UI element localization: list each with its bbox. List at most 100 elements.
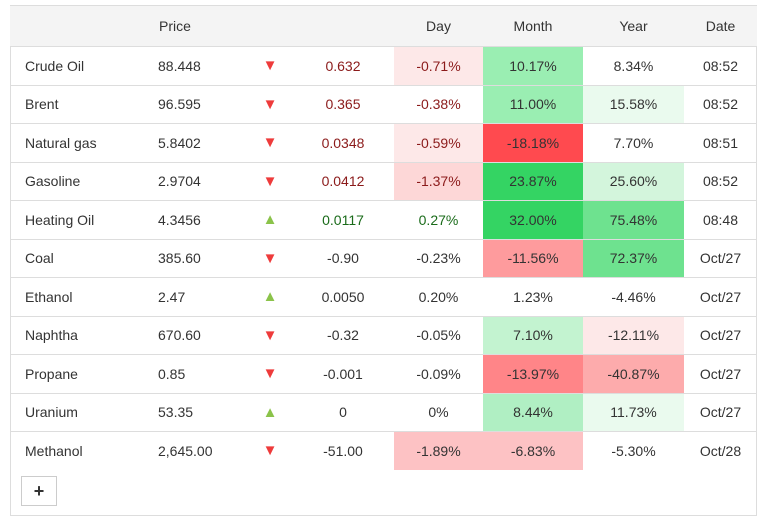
date: Oct/27: [684, 393, 757, 432]
table-row[interactable]: Heating Oil 4.3456 ▲ 0.0117 0.27% 32.00% 75.48…: [10, 200, 757, 240]
commodity-name[interactable]: Coal: [10, 239, 158, 278]
table-header: Price Day Month Year Date: [10, 5, 757, 47]
month-change: 7.10%: [483, 316, 583, 355]
change-value: 0.0117: [292, 200, 394, 240]
day-change: 0.20%: [394, 277, 483, 317]
commodity-name[interactable]: Heating Oil: [10, 200, 158, 240]
month-change: 8.44%: [483, 393, 583, 432]
commodities-widget: Price Day Month Year Date Crude Oil 88.44…: [10, 5, 757, 516]
date: Oct/27: [684, 239, 757, 278]
day-change: -1.89%: [394, 431, 483, 470]
commodity-name[interactable]: Crude Oil: [10, 46, 158, 86]
year-change: -40.87%: [583, 354, 684, 394]
month-change: 11.00%: [483, 85, 583, 124]
arrow-down-icon: ▼: [248, 354, 292, 394]
change-value: -51.00: [323, 442, 363, 459]
header-arrow: [248, 5, 292, 47]
header-change: [292, 5, 394, 47]
day-change: -0.09%: [394, 354, 483, 394]
table-row[interactable]: Naphtha 670.60 ▼ -0.32 -0.05% 7.10% -12.11% Oct…: [10, 316, 757, 355]
commodity-name[interactable]: Propane: [10, 354, 158, 394]
arrow-down-icon: ▼: [248, 123, 292, 163]
commodities-table: Price Day Month Year Date Crude Oil 88.44…: [10, 5, 757, 470]
plus-icon: +: [33, 480, 45, 501]
price: 2.9704: [158, 162, 248, 201]
header-date[interactable]: Date: [684, 5, 757, 47]
month-change: -11.56%: [483, 239, 583, 278]
change-value: -0.32: [292, 316, 394, 355]
year-change: -4.46%: [583, 277, 684, 317]
year-change: -5.30%: [583, 431, 684, 470]
month-change: -6.83%: [483, 431, 583, 470]
table-row[interactable]: Ethanol 2.47 ▲ 0.0050 0.20% 1.23% -4.46% Oct/27: [10, 277, 757, 317]
change-value: 0.0412: [292, 162, 394, 201]
commodity-name[interactable]: Uranium: [10, 393, 158, 432]
month-change: 32.00%: [483, 200, 583, 240]
change-value: 0.632: [292, 46, 394, 86]
year-change: 25.60%: [583, 162, 684, 201]
arrow-up-icon: ▲: [248, 200, 292, 240]
arrow-down-icon: ▼: [248, 239, 292, 278]
header-day[interactable]: Day: [394, 5, 483, 47]
arrow-down-icon: ▼: [248, 85, 292, 124]
year-change: 8.34%: [583, 46, 684, 86]
day-change: 0.27%: [394, 200, 483, 240]
table-row[interactable]: Gasoline 2.9704 ▼ 0.0412 -1.37% 23.87% 25.60% 0…: [10, 162, 757, 201]
arrow-down-icon: ▼: [248, 46, 292, 86]
year-change: -12.11%: [583, 316, 684, 355]
commodity-name[interactable]: Ethanol: [10, 277, 158, 317]
date: 08:52: [684, 162, 757, 201]
price: 2.47: [158, 277, 248, 317]
day-change: -1.37%: [394, 162, 483, 201]
add-button[interactable]: +: [21, 476, 57, 506]
price: 4.3456: [158, 200, 248, 240]
day-change: -0.59%: [394, 123, 483, 163]
table-row[interactable]: Natural gas 5.8402 ▼ 0.0348 -0.59% -18.18% 7.7…: [10, 123, 757, 163]
table-row[interactable]: Coal 385.60 ▼ -0.90 -0.23% -11.56% 72.37% Oct/2…: [10, 239, 757, 278]
price: 385.60: [158, 239, 248, 278]
month-change: 1.23%: [483, 277, 583, 317]
commodity-name[interactable]: Methanol: [10, 432, 158, 470]
header-name: [10, 5, 158, 47]
year-change: 7.70%: [583, 123, 684, 163]
year-change: 11.73%: [583, 393, 684, 432]
price: 670.60: [158, 316, 248, 355]
date: Oct/28: [699, 442, 742, 459]
price: 96.595: [158, 85, 248, 124]
commodity-name[interactable]: Natural gas: [10, 123, 158, 163]
day-change: 0%: [394, 393, 483, 432]
table-row[interactable]: Methanol 2,645.00 ▼ -51.00 -1.89% -6.83% -5.30…: [10, 431, 757, 470]
commodity-name[interactable]: Naphtha: [10, 316, 158, 355]
commodity-name[interactable]: Gasoline: [10, 162, 158, 201]
month-change: 23.87%: [483, 162, 583, 201]
date: 08:52: [684, 85, 757, 124]
price: 88.448: [158, 46, 248, 86]
header-price[interactable]: Price: [158, 5, 248, 47]
day-change: -0.23%: [394, 239, 483, 278]
change-value: -0.001: [292, 354, 394, 394]
date: 08:48: [684, 200, 757, 240]
day-change: -0.71%: [394, 46, 483, 86]
year-change: 75.48%: [583, 200, 684, 240]
price: 0.85: [158, 354, 248, 394]
change-value: 0.365: [292, 85, 394, 124]
header-month[interactable]: Month: [483, 5, 583, 47]
commodity-name[interactable]: Brent: [10, 85, 158, 124]
year-change: 15.58%: [583, 85, 684, 124]
table-row[interactable]: Brent 96.595 ▼ 0.365 -0.38% 11.00% 15.58% 08:52: [10, 85, 757, 124]
table-row[interactable]: Propane 0.85 ▼ -0.001 -0.09% -13.97% -40.87% Oc…: [10, 354, 757, 394]
date: Oct/27: [684, 354, 757, 394]
price: 53.35: [158, 393, 248, 432]
month-change: -18.18%: [483, 123, 583, 163]
table-row[interactable]: Uranium 53.35 ▲ 0 0% 8.44% 11.73% Oct/27: [10, 393, 757, 432]
month-change: -13.97%: [483, 354, 583, 394]
table-row[interactable]: Crude Oil 88.448 ▼ 0.632 -0.71% 10.17% 8.34% 08…: [10, 46, 757, 86]
date: 08:52: [684, 46, 757, 86]
change-value: 0.0050: [292, 277, 394, 317]
day-change: -0.38%: [394, 85, 483, 124]
change-value: 0: [292, 393, 394, 432]
change-value: 0.0348: [292, 123, 394, 163]
month-change: 10.17%: [483, 46, 583, 86]
header-year[interactable]: Year: [583, 5, 684, 47]
arrow-up-icon: ▲: [248, 393, 292, 432]
